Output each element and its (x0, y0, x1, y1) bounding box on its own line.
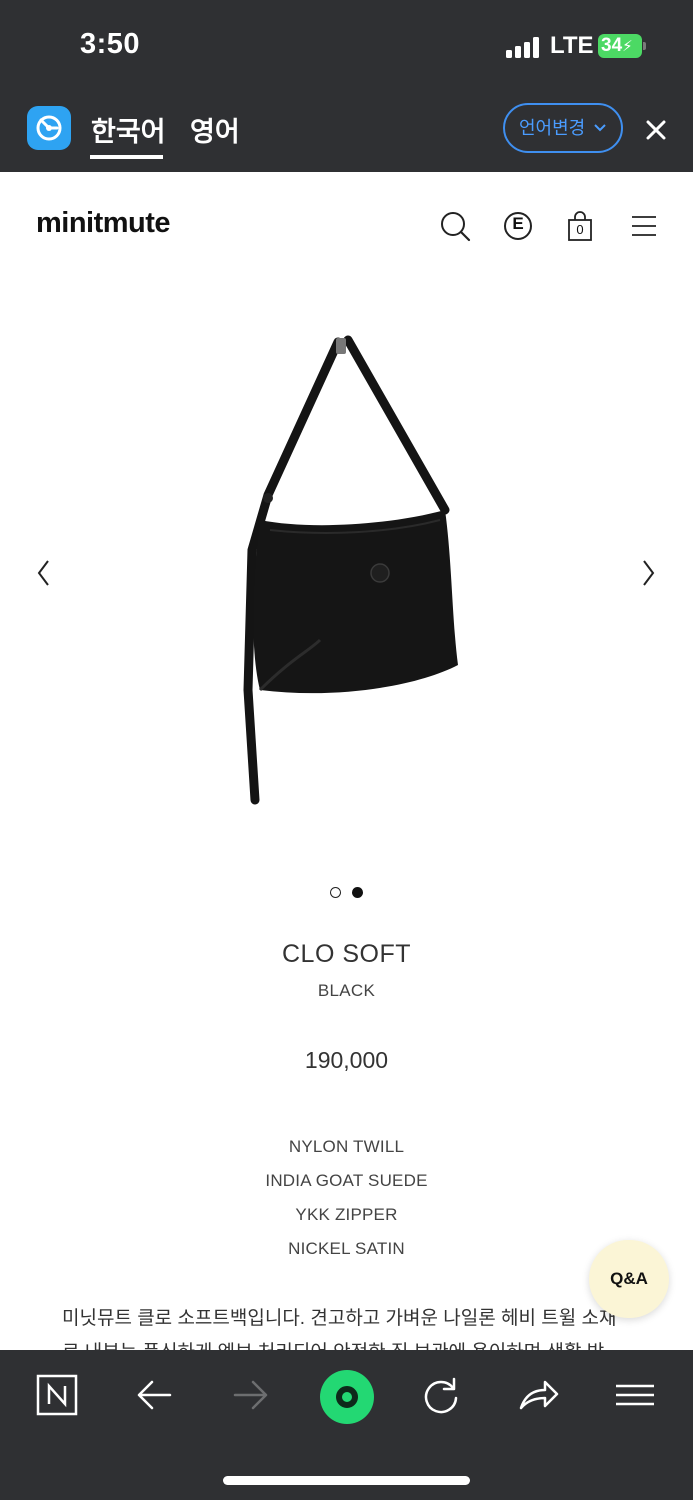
status-time: 3:50 (80, 28, 141, 60)
qa-button[interactable]: Q&A (589, 1240, 669, 1318)
forward-arrow-icon[interactable] (229, 1374, 271, 1416)
change-language-button[interactable]: 언어변경 (503, 103, 623, 153)
search-icon[interactable] (439, 210, 471, 242)
menu-icon[interactable] (628, 210, 660, 242)
battery-nub (643, 42, 646, 50)
material-item: INDIA GOAT SUEDE (265, 1171, 428, 1190)
network-label: LTE (550, 32, 594, 59)
battery-icon: 34⚡ (598, 34, 642, 58)
translate-bar: 한국어 영어 언어변경 (0, 84, 693, 172)
share-icon[interactable] (517, 1374, 559, 1416)
status-bar: 3:50 LTE 34⚡ (0, 0, 693, 84)
cart-icon[interactable]: 0 (564, 210, 596, 242)
chevron-down-icon (593, 105, 607, 168)
site-logo[interactable]: minitmute (36, 207, 171, 240)
menu-icon[interactable] (614, 1374, 656, 1416)
green-dot-icon[interactable] (320, 1370, 374, 1424)
papago-icon[interactable] (27, 106, 71, 150)
browser-toolbar (0, 1350, 693, 1500)
refresh-icon[interactable] (420, 1374, 462, 1416)
product-image[interactable] (230, 330, 470, 810)
material-item: YKK ZIPPER (295, 1205, 398, 1224)
naver-icon[interactable] (36, 1374, 78, 1416)
chevron-right-icon[interactable] (636, 558, 660, 588)
active-tab-indicator (90, 155, 163, 159)
cart-count: 0 (576, 222, 584, 237)
material-item: NICKEL SATIN (288, 1239, 405, 1258)
tab-korean[interactable]: 한국어 (91, 110, 166, 149)
product-name: CLO SOFT (281, 940, 411, 968)
gallery-dot[interactable] (330, 887, 341, 898)
home-indicator[interactable] (223, 1476, 470, 1485)
product-price: 190,000 (304, 1047, 389, 1073)
material-item: NYLON TWILL (288, 1137, 405, 1156)
product-color: BLACK (317, 981, 376, 1000)
language-icon[interactable]: E (502, 210, 534, 242)
battery-level: 34 (601, 35, 623, 56)
close-icon[interactable] (642, 116, 670, 144)
back-arrow-icon[interactable] (134, 1374, 176, 1416)
change-language-label: 언어변경 (519, 118, 586, 138)
language-badge: E (512, 214, 524, 233)
tab-english[interactable]: 영어 (190, 110, 240, 149)
gallery-dot-active[interactable] (352, 887, 363, 898)
gallery-pagination (330, 887, 364, 899)
chevron-left-icon[interactable] (32, 558, 56, 588)
signal-icon (506, 36, 542, 58)
